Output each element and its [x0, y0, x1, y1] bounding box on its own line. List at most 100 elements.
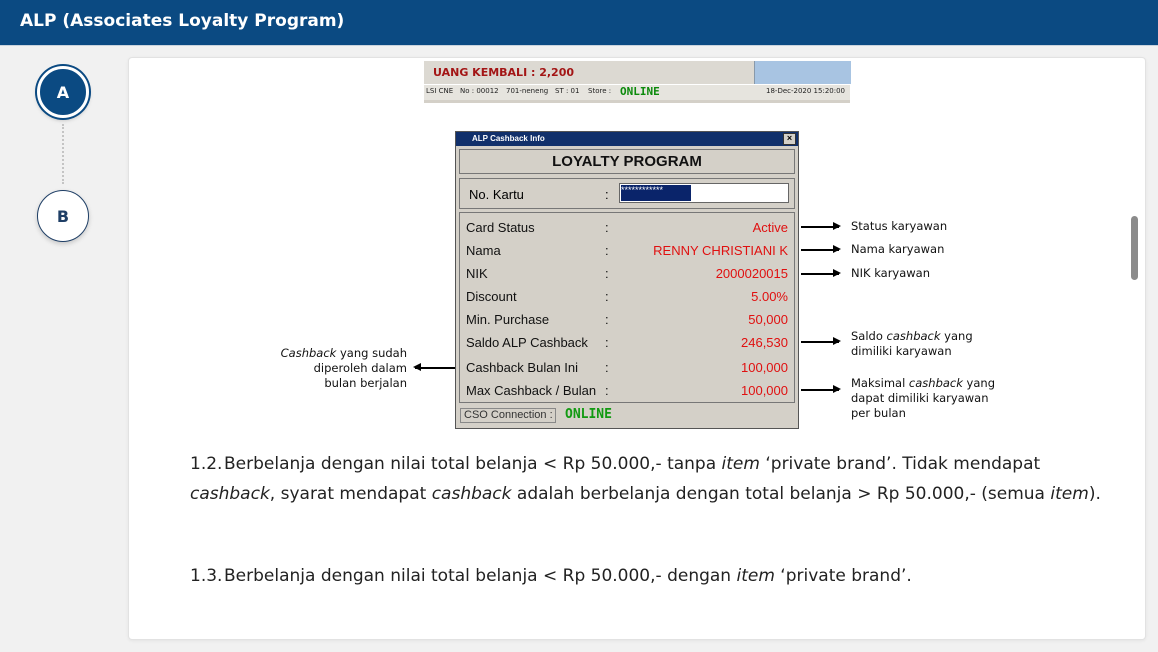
cso-connection-label: CSO Connection : [460, 408, 556, 423]
card-number-input[interactable]: ************ [619, 183, 789, 203]
row-label: Discount [466, 289, 517, 304]
arrow-right-icon [801, 246, 841, 252]
info-row-min-purchase: Min. Purchase: 50,000 [460, 309, 794, 331]
dialog-titlebar: ALP Cashback Info × [456, 132, 798, 146]
app-header: ALP (Associates Loyalty Program) [0, 0, 1158, 45]
row-value: 50,000 [748, 312, 788, 327]
annotation-text: yang sudah [336, 346, 407, 360]
row-value: 2000020015 [715, 266, 788, 281]
row-value: RENNY CHRISTIANI K [653, 243, 788, 258]
paragraph-1-2: 1.2.Berbelanja dengan nilai total belanj… [190, 450, 1110, 509]
status-segment: 701-neneng [506, 87, 549, 95]
status-segment: Store : [588, 87, 612, 95]
member-info-panel: Card Status: Active Nama: RENNY CHRISTIANI… [459, 212, 795, 403]
alp-cashback-dialog: ALP Cashback Info × LOYALTY PROGRAM No. … [455, 131, 799, 429]
annotation-text: yang [940, 329, 973, 343]
info-row-cashback-month: Cashback Bulan Ini: 100,000 [460, 357, 794, 379]
row-value: 100,000 [741, 383, 788, 398]
change-amount: UANG KEMBALI : 2,200 [433, 66, 575, 79]
step-b-label: B [56, 206, 70, 226]
colon: : [605, 187, 609, 202]
status-segment: LSI CNE [426, 87, 454, 95]
annotation-line: Cashback yang sudah [250, 346, 407, 361]
step-a-button[interactable]: A [37, 66, 89, 118]
close-icon[interactable]: × [783, 133, 796, 145]
paragraph-text: ‘private brand’. [774, 566, 912, 586]
row-label: Cashback Bulan Ini [466, 360, 579, 375]
paragraph-text: Berbelanja dengan nilai total belanja < … [224, 566, 737, 586]
annotation-saldo: Saldo cashback yang dimiliki karyawan [851, 329, 973, 359]
info-row-discount: Discount: 5.00% [460, 286, 794, 308]
row-value: 100,000 [741, 360, 788, 375]
step-connector [62, 124, 64, 184]
row-label: Saldo ALP Cashback [466, 335, 588, 350]
annotation-nama: Nama karyawan [851, 242, 945, 256]
row-label: Card Status [466, 220, 535, 235]
dialog-title: ALP Cashback Info [472, 134, 545, 143]
arrow-right-icon [801, 223, 841, 229]
info-row-card-status: Card Status: Active [460, 217, 794, 239]
row-label: NIK [466, 266, 488, 281]
arrow-right-icon [801, 338, 841, 344]
paragraph-1-3: 1.3.Berbelanja dengan nilai total belanj… [190, 562, 1110, 592]
annotation-line: per bulan [851, 406, 906, 420]
pos-status-bar: LSI CNE No : 00012 701-neneng ST : 01 St… [424, 84, 850, 100]
annotation-status: Status karyawan [851, 219, 948, 233]
annotation-text: Maksimal [851, 376, 909, 390]
info-row-nik: NIK: 2000020015 [460, 263, 794, 285]
pos-screenshot-strip: UANG KEMBALI : 2,200 LSI CNE No : 00012 … [424, 61, 851, 103]
pos-online-status: ONLINE [620, 85, 660, 98]
status-segment: ST : 01 [555, 87, 580, 95]
annotation-max: Maksimal cashback yang dapat dimiliki ka… [851, 376, 995, 421]
annotation-text: Saldo [851, 329, 887, 343]
paragraph-text: ‘private brand’. Tidak mendapat [759, 454, 1041, 474]
arrow-right-icon [801, 270, 841, 276]
paragraph-text: adalah berbelanja dengan total belanja >… [511, 483, 1051, 504]
annotation-text: yang [962, 376, 996, 390]
row-label: Min. Purchase [466, 312, 550, 327]
paragraph-text: ). [1088, 483, 1101, 504]
arrow-right-icon [801, 386, 841, 392]
colon: : [605, 243, 609, 258]
annotation-line: dimiliki karyawan [851, 344, 952, 358]
annotation-text: cashback [886, 329, 941, 343]
paragraph-text: cashback [431, 483, 512, 504]
header-divider [0, 45, 1158, 46]
paragraph-text: , syarat mendapat [269, 483, 432, 504]
annotation-line: Maksimal cashback yang [851, 376, 995, 391]
colon: : [605, 360, 609, 375]
step-a-label: A [56, 82, 70, 102]
annotation-line: diperoleh dalam [313, 361, 407, 375]
annotation-text: Cashback [280, 346, 337, 360]
info-row-saldo-cashback: Saldo ALP Cashback: 246,530 [460, 332, 794, 354]
colon: : [605, 266, 609, 281]
paragraph-text: Berbelanja dengan nilai total belanja < … [224, 454, 722, 474]
colon: : [605, 383, 609, 398]
status-segment: No : 00012 [460, 87, 499, 95]
scrollbar-thumb[interactable] [1131, 216, 1138, 280]
colon: : [605, 312, 609, 327]
card-number-group: No. Kartu : ************ [459, 178, 795, 209]
row-label: Nama [466, 243, 501, 258]
info-row-name: Nama: RENNY CHRISTIANI K [460, 240, 794, 262]
row-label: Max Cashback / Bulan [466, 383, 597, 398]
pos-blue-panel [754, 61, 851, 84]
paragraph-number: 1.3. [190, 566, 223, 586]
row-value: 246,530 [741, 335, 788, 350]
dialog-footer: CSO Connection : ONLINE [459, 406, 795, 426]
paragraph-text: item [1050, 483, 1089, 504]
annotation-cashback-month: Cashback yang sudah diperoleh dalam bula… [250, 346, 407, 391]
cso-connection-status: ONLINE [565, 407, 612, 422]
annotation-text: cashback [908, 376, 963, 390]
colon: : [605, 220, 609, 235]
pos-datetime: 18-Dec-2020 15:20:00 [766, 87, 845, 95]
paragraph-text: item [721, 454, 760, 474]
change-panel: UANG KEMBALI : 2,200 [424, 61, 754, 85]
colon: : [605, 289, 609, 304]
page-title: ALP (Associates Loyalty Program) [20, 11, 345, 31]
annotation-nik: NIK karyawan [851, 266, 931, 280]
step-b-button[interactable]: B [37, 190, 89, 242]
paragraph-number: 1.2. [190, 454, 223, 474]
row-value: 5.00% [751, 289, 788, 304]
info-row-max-cashback: Max Cashback / Bulan: 100,000 [460, 380, 794, 402]
